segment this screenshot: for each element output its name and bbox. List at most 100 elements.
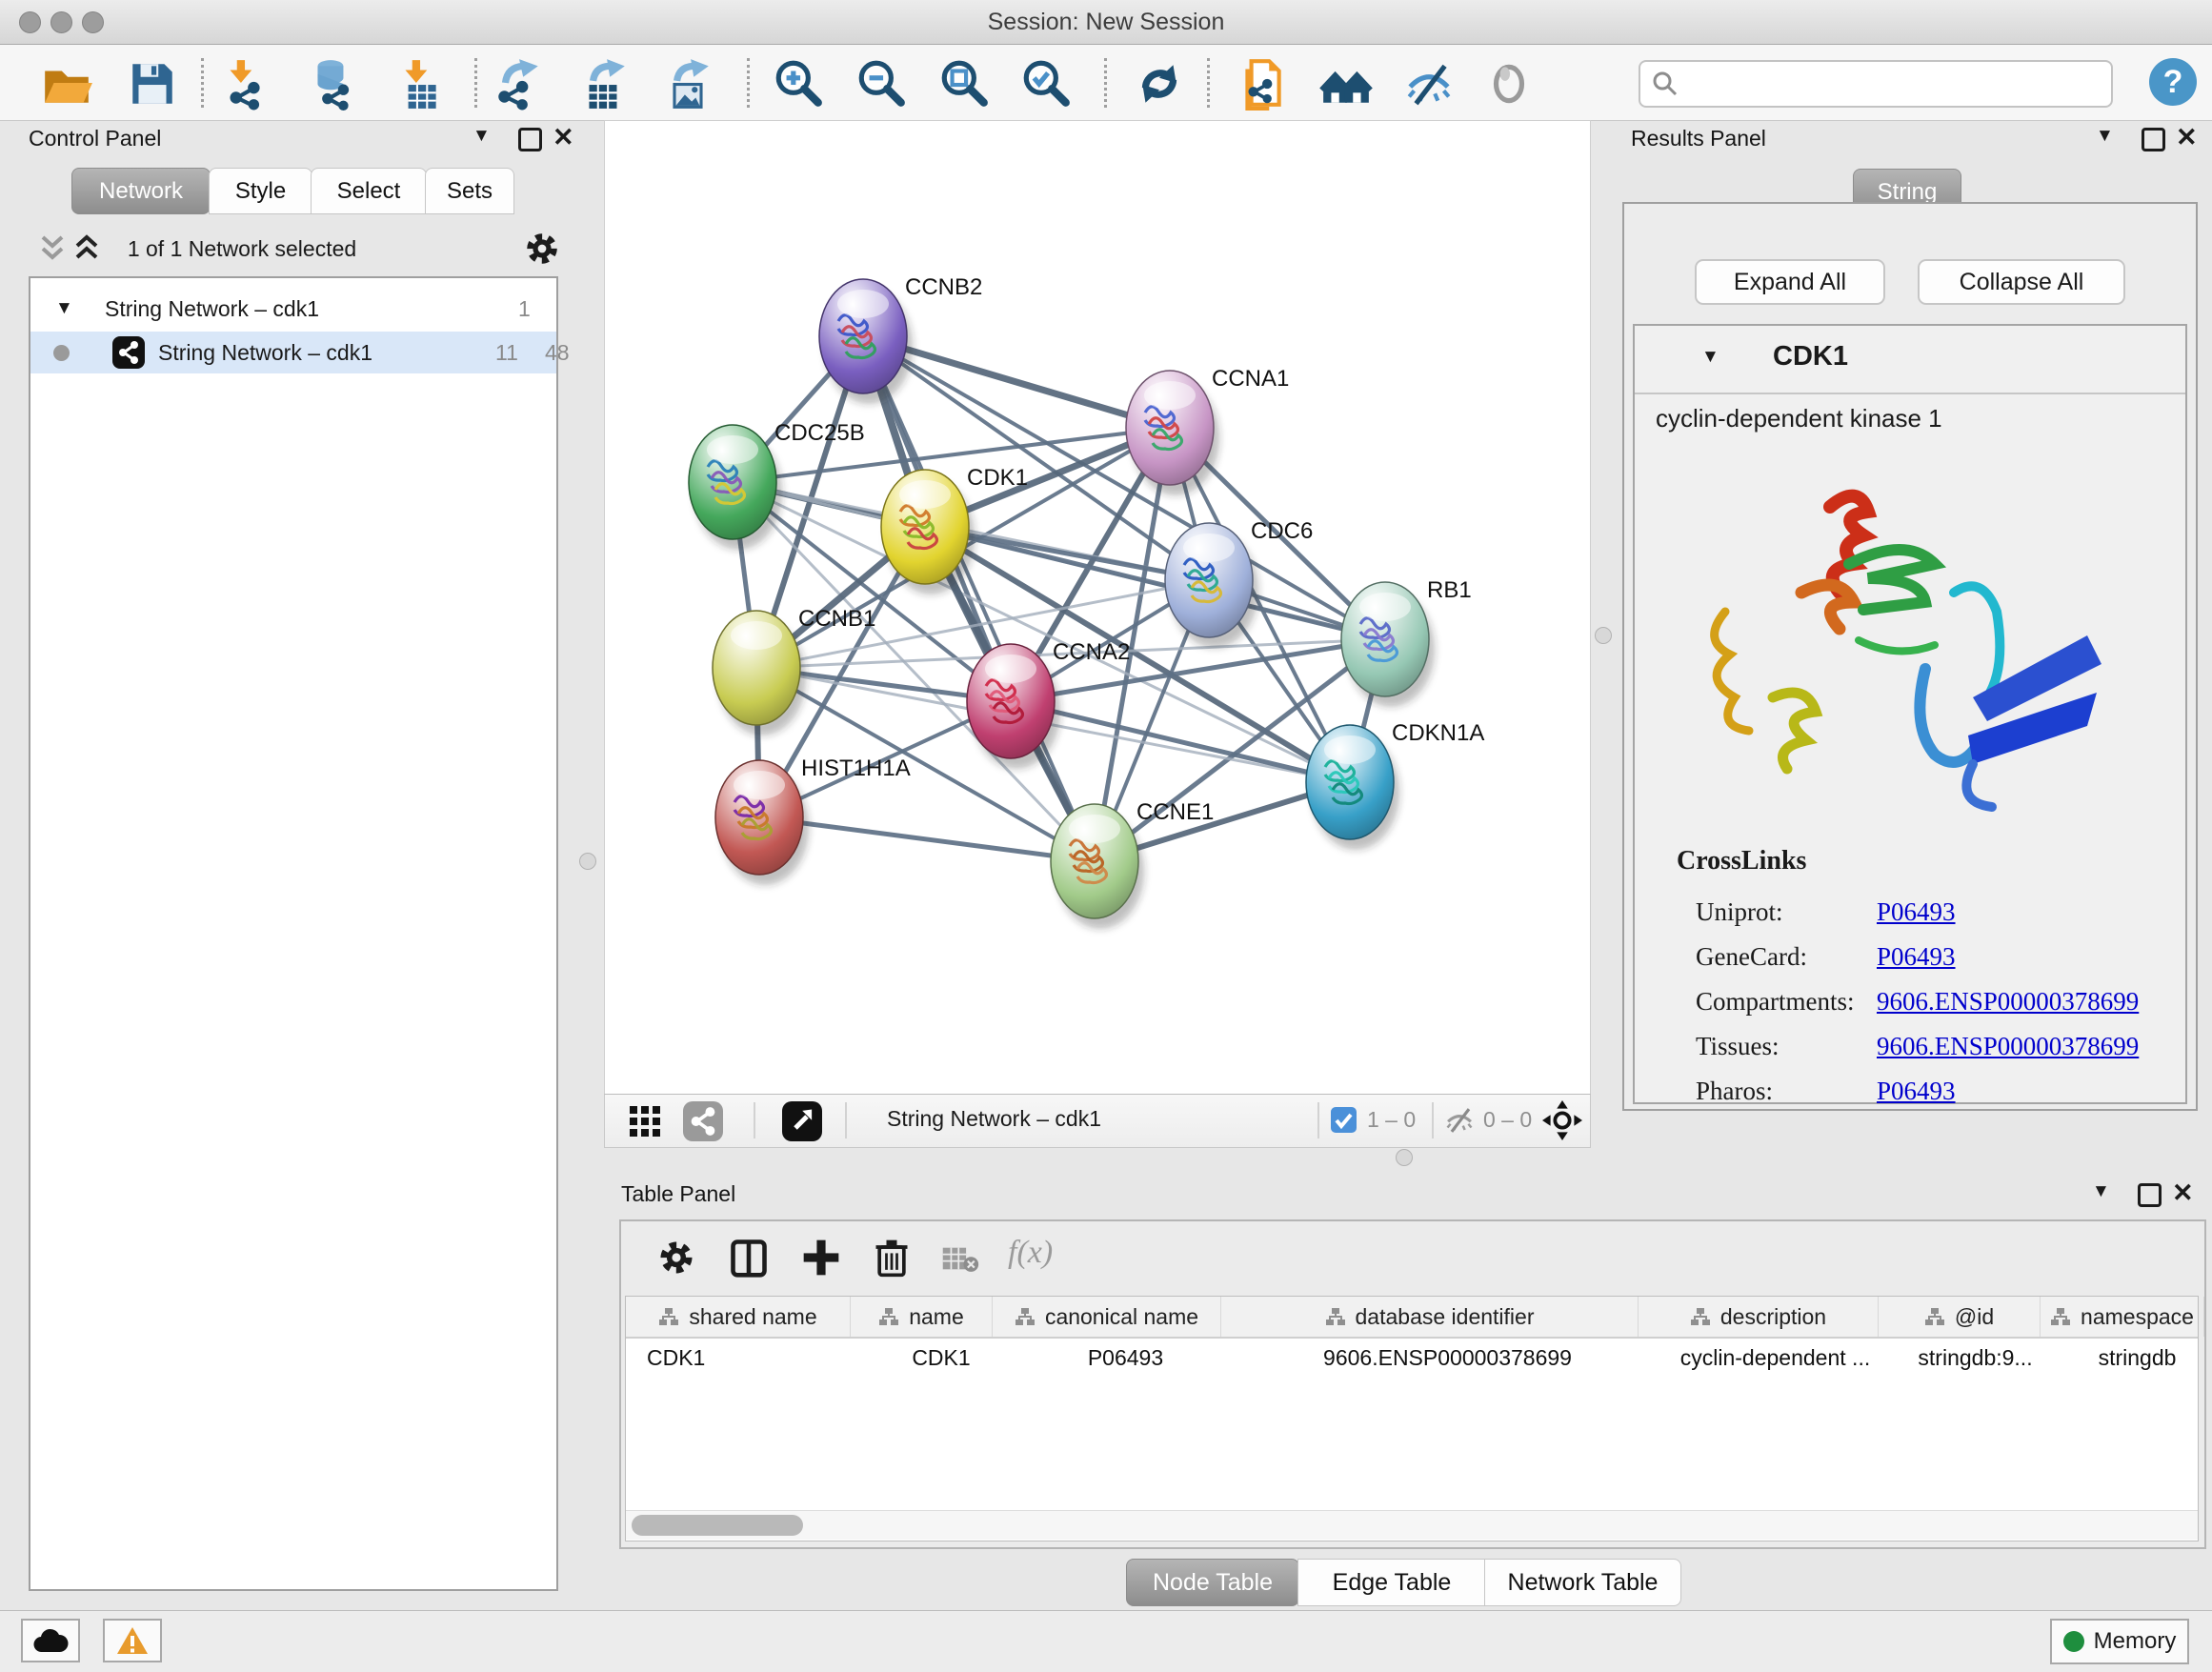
table-cell[interactable]: CDK1 xyxy=(626,1339,871,1377)
help-button[interactable]: ? xyxy=(2149,58,2197,106)
zoom-fit-button[interactable] xyxy=(937,57,991,111)
table-row[interactable]: CDK1CDK1P064939606.ENSP00000378699cyclin… xyxy=(626,1339,2198,1377)
zoom-selected-button[interactable] xyxy=(1019,57,1073,111)
network-node-CCNE1[interactable]: CCNE1 xyxy=(1051,799,1214,929)
open-session-button[interactable] xyxy=(40,57,93,111)
share-document-button[interactable] xyxy=(1236,57,1289,111)
network-node-CDKN1A[interactable]: CDKN1A xyxy=(1306,720,1484,850)
panel-close-icon[interactable]: ✕ xyxy=(2176,127,2198,148)
panel-float-icon[interactable] xyxy=(2138,1183,2162,1207)
tree-expander-icon[interactable]: ▼ xyxy=(55,290,73,328)
hide-glass-button[interactable] xyxy=(1402,57,1456,111)
column-header-description[interactable]: description xyxy=(1639,1297,1879,1337)
network-graph[interactable]: CCNB2CCNA1CDC25BCDK1CDC6RB1CCNB1CCNA2CDK… xyxy=(605,121,1590,1095)
export-table-button[interactable] xyxy=(577,57,631,111)
crosslink-link[interactable]: 9606.ENSP00000378699 xyxy=(1877,1032,2139,1061)
table-cell[interactable]: 9606.ENSP00000378699 xyxy=(1239,1339,1656,1377)
refresh-button[interactable] xyxy=(1133,57,1186,111)
global-search-field[interactable] xyxy=(1639,60,2113,108)
crosslink-link[interactable]: P06493 xyxy=(1877,897,1956,927)
network-share-icon[interactable] xyxy=(683,1101,723,1141)
import-network-from-database-button[interactable] xyxy=(305,57,358,111)
network-edge[interactable] xyxy=(863,336,1095,861)
expand-all-button[interactable]: Expand All xyxy=(1695,259,1885,305)
crosslink-link[interactable]: P06493 xyxy=(1877,942,1956,972)
tab-sets[interactable]: Sets xyxy=(425,168,514,214)
pan-crosshair-icon[interactable] xyxy=(1542,1100,1582,1140)
collapse-all-button[interactable]: Collapse All xyxy=(1918,259,2125,305)
selected-checkbox-icon[interactable] xyxy=(1331,1107,1357,1133)
export-image-button[interactable] xyxy=(661,57,714,111)
save-session-button[interactable] xyxy=(126,57,179,111)
panel-close-icon[interactable]: ✕ xyxy=(553,127,574,148)
network-node-CCNA2[interactable]: CCNA2 xyxy=(967,639,1130,769)
import-table-button[interactable] xyxy=(392,57,446,111)
table-cell[interactable]: cyclin-dependent ... xyxy=(1656,1339,1895,1377)
results-panel-title: Results Panel xyxy=(1631,126,1766,151)
add-column-plus-icon[interactable] xyxy=(800,1237,842,1279)
node-label: CCNB1 xyxy=(798,606,875,632)
table-cell[interactable]: P06493 xyxy=(1012,1339,1239,1377)
table-cell[interactable]: stringdb:9... xyxy=(1895,1339,2056,1377)
result-node-description: cyclin-dependent kinase 1 xyxy=(1656,404,1942,433)
column-header-database-identifier[interactable]: database identifier xyxy=(1221,1297,1639,1337)
vertical-splitter-handle-left[interactable] xyxy=(579,853,596,870)
panel-close-icon[interactable]: ✕ xyxy=(2172,1182,2194,1203)
network-view-title: String Network – cdk1 xyxy=(887,1106,1101,1132)
panel-menu-caret-icon[interactable]: ▼ xyxy=(2092,1181,2110,1202)
birds-eye-view-icon[interactable] xyxy=(782,1101,822,1141)
zoom-out-icon xyxy=(855,57,908,111)
table-cell[interactable]: stringdb xyxy=(2056,1339,2212,1377)
network-edge[interactable] xyxy=(759,817,1095,861)
tab-node-table[interactable]: Node Table xyxy=(1126,1559,1299,1606)
memory-button[interactable]: Memory xyxy=(2050,1619,2189,1664)
tab-edge-table[interactable]: Edge Table xyxy=(1297,1559,1486,1606)
network-row-selected[interactable]: String Network – cdk1 11 48 xyxy=(30,332,556,373)
tab-select[interactable]: Select xyxy=(311,168,427,214)
network-options-gear-icon[interactable] xyxy=(522,229,562,269)
panel-menu-caret-icon[interactable]: ▼ xyxy=(2096,126,2114,147)
network-node-CCNA1[interactable]: CCNA1 xyxy=(1126,366,1289,495)
show-glass-button[interactable] xyxy=(1482,57,1536,111)
warnings-button[interactable] xyxy=(103,1619,162,1662)
toolbar-separator xyxy=(201,58,204,108)
zoom-in-button[interactable] xyxy=(772,57,825,111)
tab-network-table[interactable]: Network Table xyxy=(1484,1559,1681,1606)
table-cell[interactable]: CDK1 xyxy=(871,1339,1012,1377)
result-expander-icon[interactable]: ▼ xyxy=(1701,347,1719,368)
automation-cloud-button[interactable] xyxy=(21,1619,80,1662)
node-label: CCNA1 xyxy=(1212,366,1289,392)
network-node-HIST1H1A[interactable]: HIST1H1A xyxy=(715,755,911,885)
tab-network[interactable]: Network xyxy=(71,168,211,214)
panel-menu-caret-icon[interactable]: ▼ xyxy=(473,126,491,147)
panel-float-icon[interactable] xyxy=(2142,128,2165,151)
column-header-shared-name[interactable]: shared name xyxy=(626,1297,851,1337)
hscrollbar-thumb[interactable] xyxy=(632,1515,803,1536)
network-node-CCNB2[interactable]: CCNB2 xyxy=(819,274,982,404)
network-collection-row[interactable]: ▼ String Network – cdk1 1 xyxy=(30,290,556,328)
home-button[interactable] xyxy=(1319,57,1373,111)
network-node-CCNB1[interactable]: CCNB1 xyxy=(713,606,875,735)
column-header-canonical-name[interactable]: canonical name xyxy=(993,1297,1221,1337)
column-header-namespace[interactable]: namespace xyxy=(2041,1297,2204,1337)
grid-view-icon[interactable] xyxy=(628,1104,662,1138)
network-view-canvas[interactable]: CCNB2CCNA1CDC25BCDK1CDC6RB1CCNB1CCNA2CDK… xyxy=(604,120,1591,1096)
show-columns-icon[interactable] xyxy=(728,1237,770,1279)
crosslink-link[interactable]: 9606.ENSP00000378699 xyxy=(1877,987,2139,1017)
delete-column-trash-icon[interactable] xyxy=(871,1237,913,1279)
panel-float-icon[interactable] xyxy=(518,128,542,151)
import-network-button[interactable] xyxy=(217,57,271,111)
network-node-RB1[interactable]: RB1 xyxy=(1341,577,1472,707)
tab-style[interactable]: Style xyxy=(209,168,312,214)
search-input[interactable] xyxy=(1686,66,2100,100)
zoom-out-button[interactable] xyxy=(855,57,908,111)
horizontal-splitter-handle[interactable] xyxy=(1396,1149,1413,1166)
network-edge[interactable] xyxy=(1011,701,1350,782)
table-hscrollbar[interactable] xyxy=(626,1510,2198,1540)
column-header-name[interactable]: name xyxy=(851,1297,993,1337)
crosslink-link[interactable]: P06493 xyxy=(1877,1077,1956,1106)
export-network-button[interactable] xyxy=(492,57,545,111)
table-options-gear-icon[interactable] xyxy=(655,1237,697,1279)
column-header--id[interactable]: @id xyxy=(1879,1297,2041,1337)
vertical-splitter-handle-right[interactable] xyxy=(1595,627,1612,644)
